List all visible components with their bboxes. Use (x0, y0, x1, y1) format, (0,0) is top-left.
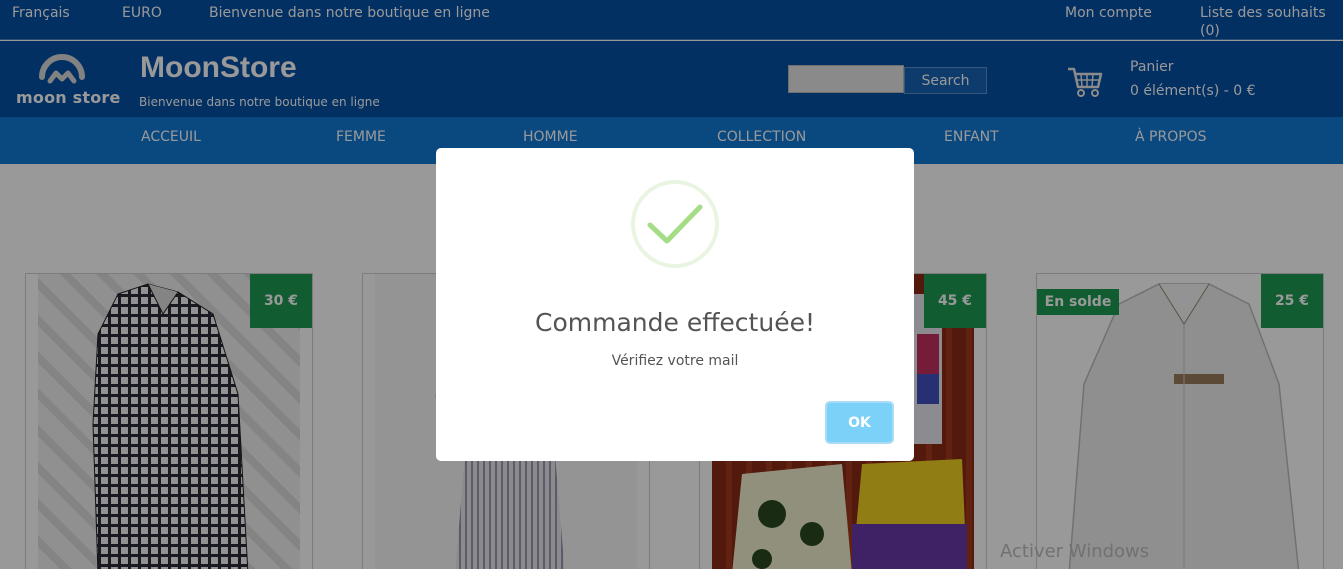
success-dialog: Commande effectuée! Vérifiez votre mail … (436, 148, 914, 461)
success-check-icon (631, 180, 719, 268)
ok-button[interactable]: OK (825, 401, 894, 444)
dialog-message: Vérifiez votre mail (611, 353, 739, 369)
dialog-title: Commande effectuée! (535, 308, 815, 337)
